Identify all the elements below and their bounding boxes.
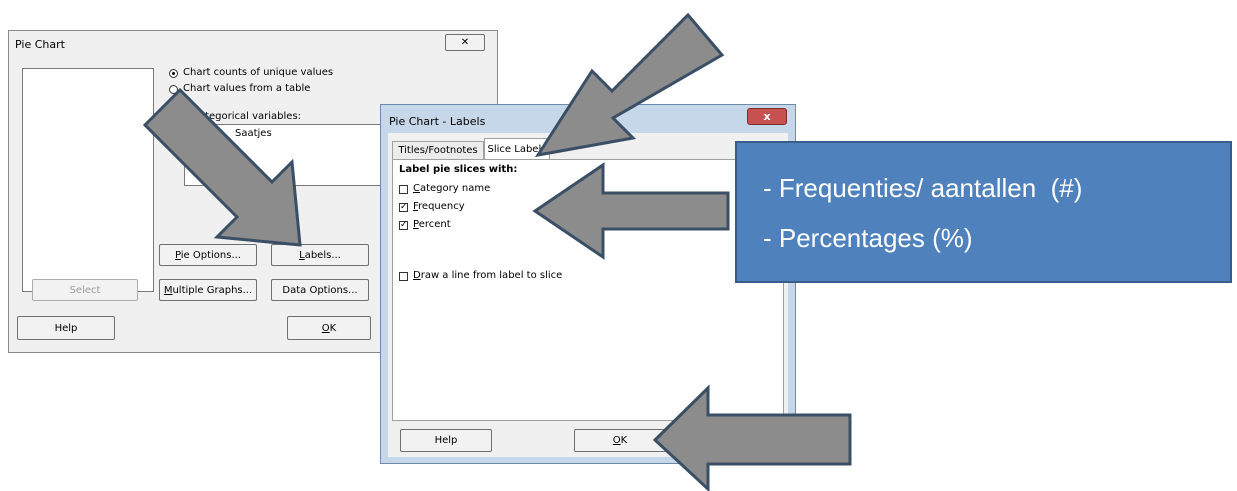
callout-box: - Frequenties/ aantallen (#) - Percentag… bbox=[735, 141, 1232, 283]
callout-line-2: - Percentages (%) bbox=[763, 223, 973, 253]
arrow-to-slice-labels-tab bbox=[534, 12, 725, 158]
arrow-to-ok-button bbox=[652, 384, 852, 491]
arrow-to-labels-button bbox=[142, 87, 302, 247]
callout-line-1: - Frequenties/ aantallen (#) bbox=[763, 173, 1083, 203]
arrow-to-checkboxes bbox=[532, 162, 730, 260]
